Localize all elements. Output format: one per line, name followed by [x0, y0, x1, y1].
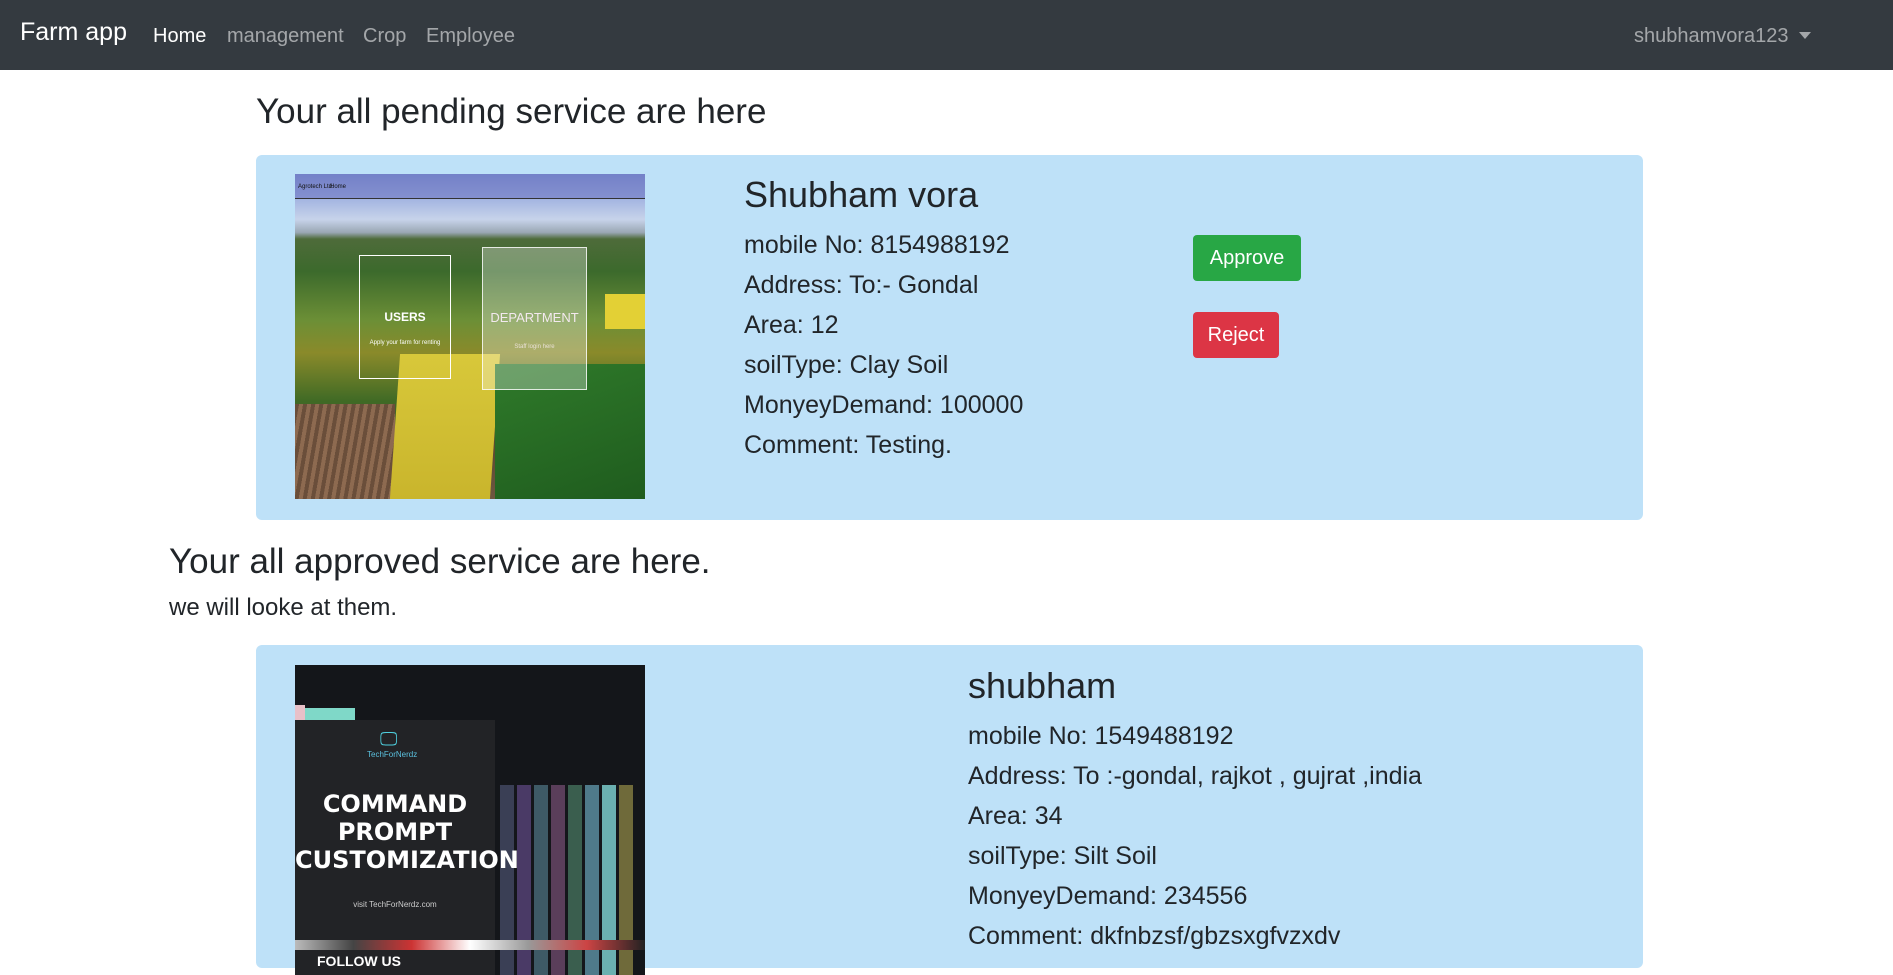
monitor-icon: 🖵 — [380, 729, 398, 749]
soil-type-text: soilType: Clay Soil — [744, 350, 949, 379]
mobile-text: mobile No: 8154988192 — [744, 230, 1010, 259]
comment-text: Comment: dkfnbzsf/gbzsxgfvzxdv — [968, 921, 1341, 950]
approve-button[interactable]: Approve — [1193, 235, 1301, 281]
approved-info: shubham mobile No: 1549488192 Address: T… — [968, 666, 1422, 956]
pending-service-card: Agrotech Ltd. Home USERS Apply your farm… — [256, 155, 1643, 520]
address-text: Address: To:- Gondal — [744, 270, 979, 299]
money-demand-text: MonyeyDemand: 234556 — [968, 881, 1248, 910]
requester-name: shubham — [968, 665, 1117, 706]
nav-crop[interactable]: Crop — [363, 25, 406, 48]
comment-text: Comment: Testing. — [744, 430, 952, 459]
image-header-bar: Agrotech Ltd. Home — [295, 174, 645, 199]
nav-home[interactable]: Home — [153, 25, 206, 48]
approved-service-card: 🖵 TechForNerdz COMMAND PROMPT CUSTOMIZAT… — [256, 645, 1643, 975]
mobile-text: mobile No: 1549488192 — [968, 721, 1234, 750]
top-navbar: Farm app Home management Crop Employee s… — [0, 0, 1893, 70]
nav-employee[interactable]: Employee — [426, 25, 515, 48]
money-demand-text: MonyeyDemand: 100000 — [744, 390, 1024, 419]
approved-subheading: we will looke at them. — [169, 594, 398, 621]
area-text: Area: 34 — [968, 801, 1063, 830]
farm-image: Agrotech Ltd. Home USERS Apply your farm… — [295, 174, 645, 499]
brand-link[interactable]: Farm app — [20, 18, 127, 47]
area-text: Area: 12 — [744, 310, 839, 339]
username: shubhamvora123 — [1634, 25, 1789, 47]
user-dropdown[interactable]: shubhamvora123 — [1634, 25, 1811, 48]
soil-type-text: soilType: Silt Soil — [968, 841, 1157, 870]
approved-heading: Your all approved service are here. — [169, 542, 711, 581]
command-prompt-image: 🖵 TechForNerdz COMMAND PROMPT CUSTOMIZAT… — [295, 665, 645, 975]
reject-button[interactable]: Reject — [1193, 312, 1279, 358]
requester-name: Shubham vora — [744, 174, 979, 215]
nav-management[interactable]: management — [227, 25, 344, 48]
caret-down-icon — [1798, 32, 1811, 39]
address-text: Address: To :-gondal, rajkot , gujrat ,i… — [968, 761, 1422, 790]
pending-info: Shubham vora mobile No: 8154988192 Addre… — [744, 175, 1023, 465]
pending-heading: Your all pending service are here — [256, 92, 767, 131]
